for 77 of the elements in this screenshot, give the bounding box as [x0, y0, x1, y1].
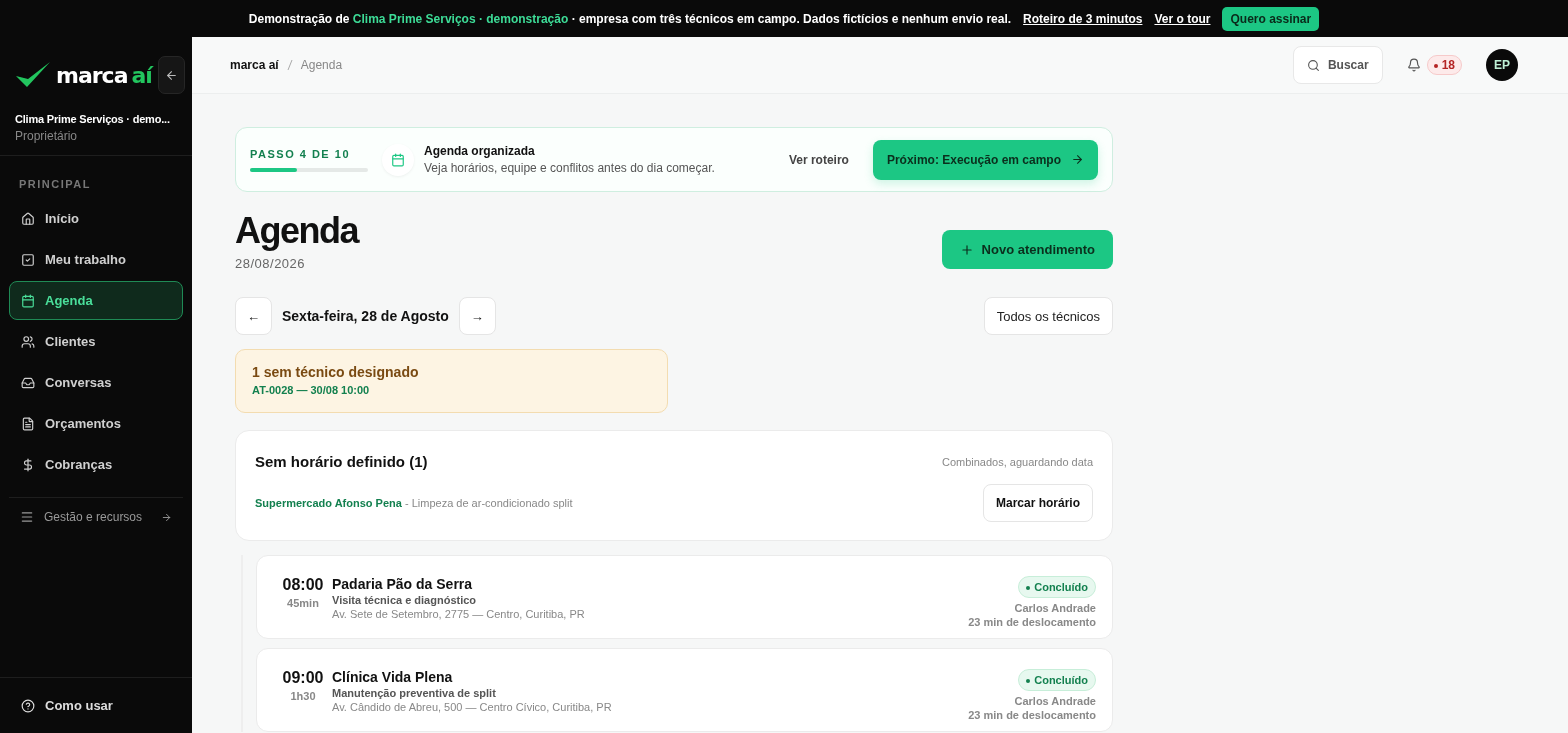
- arrow-left-icon: [164, 68, 178, 82]
- card-title: Sem horário definido (1): [255, 453, 428, 470]
- menu-icon: [20, 510, 34, 524]
- next-step-button[interactable]: Próximo: Execução em campo: [872, 139, 1098, 180]
- status-badge: Concluído: [1018, 669, 1096, 691]
- step-label: PASSO 4 DE 10: [250, 147, 351, 160]
- dollar-icon: [21, 457, 35, 472]
- appointment-duration: 45min: [287, 597, 319, 609]
- company-name: Clima Prime Serviços · demo...: [15, 113, 171, 125]
- sidebar-item[interactable]: Orçamentos: [9, 404, 183, 443]
- calendar-icon: [382, 143, 414, 176]
- sidebar-item[interactable]: Conversas: [9, 363, 183, 402]
- logo: marca aí: [14, 59, 152, 91]
- home-icon: [21, 211, 35, 226]
- checkbox-icon: [21, 252, 35, 267]
- inbox-icon: [21, 375, 35, 390]
- warning-title: 1 sem técnico designado: [252, 364, 420, 380]
- unscheduled-item: Supermercado Afonso Pena - Limpeza de ar-condicionado split: [255, 497, 573, 509]
- status-badge: Concluído: [1018, 576, 1096, 598]
- step-title: Agenda organizada: [424, 144, 536, 158]
- user-avatar[interactable]: EP: [1486, 49, 1518, 81]
- appointment-card[interactable]: 09:00 1h30 Clínica Vida Plena Manutenção preventiva de split Av. Cândido de Abreu, 500 — Centro Cívico, Curitiba, PR Concluído Carlos Andrade 23 min de deslocamento: [256, 648, 1113, 732]
- document-icon: [21, 416, 35, 431]
- page-title: Agenda: [235, 210, 358, 252]
- collapse-sidebar-button[interactable]: [157, 56, 185, 94]
- section-label: PRINCIPAL: [18, 177, 92, 192]
- technician-name: Carlos Andrade: [1014, 695, 1096, 707]
- appointment-time: 09:00: [282, 669, 324, 687]
- address: Av. Sete de Setembro, 2775 — Centro, Curitiba, PR: [332, 608, 585, 620]
- dot-icon: [1026, 679, 1031, 684]
- previous-day-button[interactable]: ←: [235, 297, 272, 335]
- new-appointment-button[interactable]: Novo atendimento: [941, 230, 1113, 269]
- user-role: Proprietário: [15, 129, 79, 143]
- sidebar-item[interactable]: Clientes: [9, 322, 183, 361]
- next-day-button[interactable]: →: [458, 297, 496, 335]
- search-button[interactable]: Buscar: [1292, 46, 1383, 84]
- help-icon: [21, 698, 35, 713]
- search-icon: [1306, 58, 1320, 72]
- dot-icon: [1433, 63, 1438, 68]
- banner-link[interactable]: Roteiro de 3 minutos: [1023, 11, 1143, 26]
- banner-text: Demonstração de Clima Prime Serviços · demonstração · empresa com três técnicos em campo. Dados fictícios e nenhum envio real.: [248, 11, 1012, 26]
- breadcrumb-separator-icon: [286, 59, 293, 71]
- schedule-button[interactable]: Marcar horário: [982, 484, 1093, 522]
- technician-name: Carlos Andrade: [1014, 602, 1096, 614]
- plus-icon: [959, 242, 974, 257]
- sidebar-item[interactable]: Agenda: [9, 281, 183, 320]
- sidebar-item[interactable]: Início: [9, 199, 183, 238]
- appointment-duration: 1h30: [290, 690, 316, 702]
- view-guide-button[interactable]: Ver roteiro: [782, 151, 855, 168]
- card-note: Combinados, aguardando data: [941, 455, 1093, 468]
- page-date: 28/08/2026: [235, 256, 307, 271]
- address: Av. Cândido de Abreu, 500 — Centro Cívico, Curitiba, PR: [332, 701, 612, 713]
- sidebar-item[interactable]: Cobranças: [9, 445, 183, 484]
- step-description: Veja horários, equipe e conflitos antes do dia começar.: [424, 161, 715, 175]
- breadcrumb-item[interactable]: marca aí: [230, 58, 279, 72]
- client-name: Clínica Vida Plena: [332, 669, 454, 685]
- banner-link[interactable]: Ver o tour: [1154, 11, 1211, 26]
- breadcrumb-item: Agenda: [300, 58, 343, 72]
- calendar-icon: [21, 293, 35, 308]
- travel-time: 23 min de deslocamento: [968, 709, 1096, 721]
- warning-detail: AT-0028 — 30/08 10:00: [252, 384, 371, 396]
- dot-icon: [1026, 586, 1031, 591]
- arrow-right-icon: [1071, 153, 1084, 166]
- appointment-time: 08:00: [282, 576, 324, 594]
- service-name: Manutenção preventiva de split: [332, 687, 497, 699]
- travel-time: 23 min de deslocamento: [968, 616, 1096, 628]
- arrow-right-icon: [161, 511, 172, 523]
- sidebar-item[interactable]: Meu trabalho: [9, 240, 183, 279]
- current-day: Sexta-feira, 28 de Agosto: [282, 308, 449, 324]
- client-name: Padaria Pão da Serra: [332, 576, 474, 592]
- appointment-card[interactable]: 08:00 45min Padaria Pão da Serra Visita técnica e diagnóstico Av. Sete de Setembro, 2775 — Centro, Curitiba, PR Concluído Carlos Andrade 23 min de deslocamento: [256, 555, 1113, 639]
- subscribe-button[interactable]: Quero assinar: [1222, 6, 1320, 31]
- service-name: Visita técnica e diagnóstico: [332, 594, 478, 606]
- bell-icon: [1406, 58, 1421, 72]
- users-icon: [21, 334, 35, 349]
- technician-filter[interactable]: Todos os técnicos: [983, 297, 1113, 335]
- sidebar-more-link[interactable]: Gestão e recursos: [9, 497, 183, 524]
